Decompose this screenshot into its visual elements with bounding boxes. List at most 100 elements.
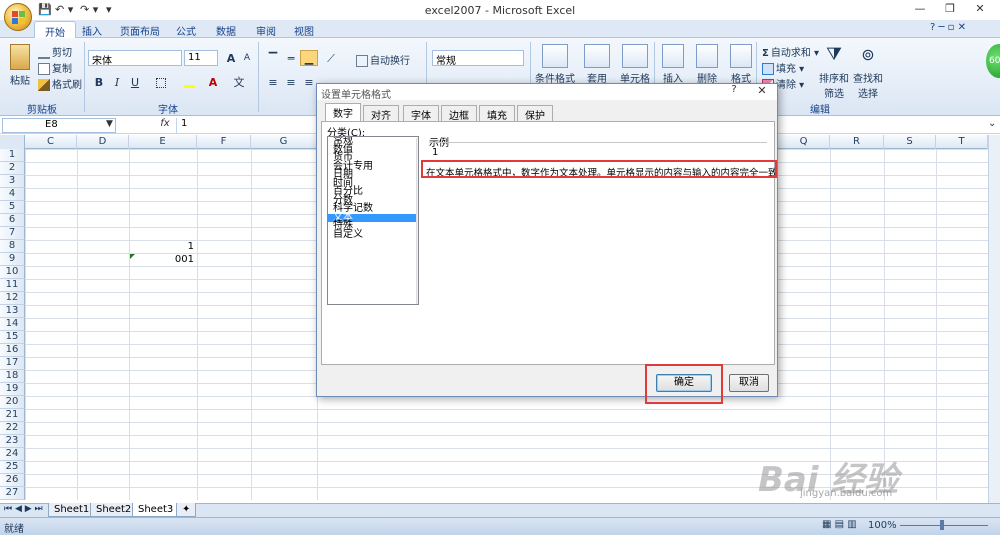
- name-box-dropdown-icon[interactable]: ▼: [106, 119, 113, 129]
- row-header[interactable]: 3: [0, 175, 25, 188]
- zoom-level[interactable]: 100%: [868, 520, 897, 531]
- view-buttons-icon[interactable]: ▦ ▤ ▥: [822, 519, 857, 530]
- dialog-tab-alignment[interactable]: 对齐: [363, 105, 399, 122]
- dialog-tab-fill[interactable]: 填充: [479, 105, 515, 122]
- copy-button[interactable]: 复制: [38, 60, 72, 75]
- column-header[interactable]: F: [197, 135, 251, 149]
- row-header[interactable]: 13: [0, 305, 25, 318]
- align-middle-icon[interactable]: ═: [282, 50, 300, 66]
- font-name-combo[interactable]: 宋体: [88, 50, 182, 67]
- customize-qat-icon[interactable]: ▾: [106, 3, 112, 18]
- row-header[interactable]: 17: [0, 357, 25, 370]
- autosum-button[interactable]: Σ 自动求和 ▾: [762, 44, 819, 59]
- close-button[interactable]: ✕: [968, 2, 992, 18]
- row-header[interactable]: 21: [0, 409, 25, 422]
- sheet-tab-2[interactable]: Sheet2: [90, 503, 138, 517]
- font-color-icon[interactable]: A: [204, 74, 222, 90]
- insert-function-button[interactable]: fx: [156, 118, 174, 133]
- tab-formulas[interactable]: 公式: [166, 21, 206, 38]
- align-left-icon[interactable]: ≡: [264, 74, 282, 90]
- row-header[interactable]: 10: [0, 266, 25, 279]
- row-header[interactable]: 16: [0, 344, 25, 357]
- align-center-icon[interactable]: ≡: [282, 74, 300, 90]
- tab-insert[interactable]: 插入: [72, 21, 112, 38]
- bold-button[interactable]: B: [90, 74, 108, 90]
- border-icon[interactable]: [152, 74, 170, 90]
- phonetic-icon[interactable]: 文: [230, 74, 248, 90]
- italic-button[interactable]: I: [108, 74, 126, 90]
- wrap-text-button[interactable]: 自动换行: [356, 52, 410, 67]
- tab-page-layout[interactable]: 页面布局: [110, 21, 170, 38]
- row-header[interactable]: 18: [0, 370, 25, 383]
- dialog-tab-protection[interactable]: 保护: [517, 105, 553, 122]
- ribbon-window-controls[interactable]: ? ─ ▫ ✕: [930, 22, 966, 33]
- cell-e8[interactable]: 1: [130, 241, 194, 252]
- underline-button[interactable]: U: [126, 74, 144, 90]
- format-as-table-button[interactable]: 套用: [576, 44, 618, 85]
- sheet-tab-1[interactable]: Sheet1: [48, 503, 96, 517]
- insert-cells-button[interactable]: 插入: [656, 44, 690, 85]
- fill-color-icon[interactable]: [180, 74, 198, 90]
- tab-data[interactable]: 数据: [206, 21, 246, 38]
- sheet-tab-3[interactable]: Sheet3: [132, 503, 180, 517]
- row-header[interactable]: 26: [0, 474, 25, 487]
- format-cells-button[interactable]: 格式: [724, 44, 758, 85]
- category-list[interactable]: 常规 数值 货币 会计专用 日期 时间 百分比 分数 科学记数 文本 特殊 自定…: [327, 136, 419, 305]
- paste-button[interactable]: 粘贴: [4, 44, 36, 87]
- office-button[interactable]: [4, 3, 32, 31]
- undo-icon[interactable]: ↶ ▾: [55, 3, 73, 18]
- cell-styles-button[interactable]: 单元格: [614, 44, 656, 85]
- name-box[interactable]: E8: [2, 118, 116, 133]
- column-header[interactable]: D: [77, 135, 129, 149]
- shrink-font-button[interactable]: A: [238, 50, 256, 66]
- dialog-tab-border[interactable]: 边框: [441, 105, 477, 122]
- category-item[interactable]: 自定义: [328, 229, 418, 240]
- row-header[interactable]: 4: [0, 188, 25, 201]
- column-header[interactable]: Q: [778, 135, 830, 149]
- conditional-format-button[interactable]: 条件格式: [534, 44, 576, 85]
- row-header[interactable]: 2: [0, 162, 25, 175]
- row-header[interactable]: 27: [0, 487, 25, 500]
- row-header[interactable]: 8: [0, 240, 25, 253]
- tab-view[interactable]: 视图: [284, 21, 324, 38]
- row-header[interactable]: 20: [0, 396, 25, 409]
- column-header[interactable]: E: [129, 135, 197, 149]
- category-list-scrollbar[interactable]: [416, 138, 418, 304]
- sheet-nav-arrows-icon[interactable]: ⏮ ◀ ▶ ⏭: [4, 504, 43, 514]
- align-bottom-icon[interactable]: ▁: [300, 50, 318, 66]
- minimize-button[interactable]: —: [908, 2, 932, 18]
- dialog-tab-number[interactable]: 数字: [325, 103, 361, 122]
- row-header[interactable]: 14: [0, 318, 25, 331]
- column-header[interactable]: T: [936, 135, 988, 149]
- select-all-corner[interactable]: [0, 135, 25, 149]
- column-header[interactable]: G: [251, 135, 317, 149]
- row-header[interactable]: 23: [0, 435, 25, 448]
- restore-button[interactable]: ❐: [938, 2, 962, 18]
- align-top-icon[interactable]: ▔: [264, 50, 282, 66]
- row-header[interactable]: 25: [0, 461, 25, 474]
- column-header[interactable]: S: [884, 135, 936, 149]
- expand-formula-bar-icon[interactable]: ⌄: [988, 118, 996, 129]
- redo-icon[interactable]: ↷ ▾: [80, 3, 98, 18]
- row-header[interactable]: 7: [0, 227, 25, 240]
- column-header[interactable]: C: [25, 135, 77, 149]
- dialog-help-button[interactable]: ?: [727, 84, 741, 100]
- delete-cells-button[interactable]: 删除: [690, 44, 724, 85]
- number-format-combo[interactable]: 常规: [432, 50, 524, 67]
- row-header[interactable]: 24: [0, 448, 25, 461]
- cell-e9[interactable]: 001: [130, 254, 194, 265]
- tab-review[interactable]: 审阅: [246, 21, 286, 38]
- format-painter-button[interactable]: 格式刷: [38, 76, 82, 91]
- dialog-tab-font[interactable]: 字体: [403, 105, 439, 122]
- cut-button[interactable]: 剪切: [38, 44, 72, 59]
- dialog-close-button[interactable]: ✕: [755, 84, 769, 100]
- find-select-button[interactable]: ⊚ 查找和 选择: [852, 44, 884, 100]
- sort-filter-button[interactable]: ⧩ 排序和 筛选: [818, 44, 850, 100]
- row-header[interactable]: 22: [0, 422, 25, 435]
- row-header[interactable]: 9: [0, 253, 25, 266]
- insert-sheet-icon[interactable]: ✦: [176, 503, 196, 517]
- row-header[interactable]: 1: [0, 149, 25, 162]
- row-header[interactable]: 11: [0, 279, 25, 292]
- orientation-icon[interactable]: ⟋: [322, 50, 340, 66]
- save-icon[interactable]: 💾: [38, 3, 52, 18]
